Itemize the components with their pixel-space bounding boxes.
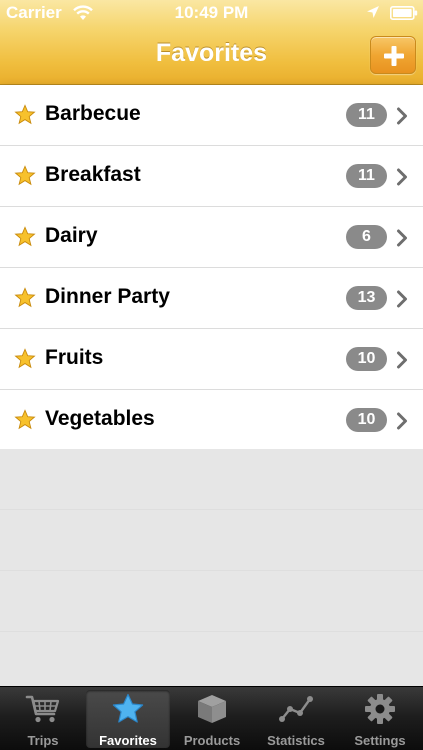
tab-statistics[interactable]: Statistics	[254, 687, 338, 750]
cart-icon	[25, 695, 60, 723]
list-item[interactable]: Fruits 10	[0, 329, 423, 390]
list-item[interactable]: Barbecue 11	[0, 85, 423, 146]
list-item-label: Barbecue	[45, 102, 141, 125]
tab-label: Statistics	[267, 733, 325, 748]
navigation-bar: Favorites	[0, 26, 423, 85]
count-badge: 10	[346, 347, 387, 371]
page-title: Favorites	[155, 39, 268, 67]
tab-trips[interactable]: Trips	[1, 687, 85, 750]
favorites-screen: Carrier 10:49 PM Favorites Barbecue 11 B…	[0, 0, 423, 750]
tab-label: Trips	[27, 733, 59, 748]
count-badge: 13	[346, 286, 387, 310]
chevron-right-icon	[397, 351, 407, 369]
star-icon	[14, 165, 36, 186]
tab-settings[interactable]: Settings	[338, 687, 422, 750]
chevron-right-icon	[397, 107, 407, 125]
clock: 10:49 PM	[174, 3, 249, 22]
tab-label: Settings	[354, 733, 406, 748]
status-bar: Carrier 10:49 PM	[0, 0, 423, 26]
add-favorite-button[interactable]	[370, 36, 416, 74]
location-icon	[367, 6, 379, 18]
top-bar: Carrier 10:49 PM Favorites	[0, 0, 423, 85]
count-badge: 10	[346, 408, 387, 432]
tab-bar: Trips Favorites Products Statistics Sett…	[0, 686, 423, 750]
tab-label: Products	[183, 733, 241, 748]
list-item-label: Breakfast	[45, 163, 141, 186]
list-item[interactable]: Dairy 6	[0, 207, 423, 268]
count-badge: 6	[346, 225, 387, 249]
plus-icon	[384, 46, 404, 66]
tab-favorites[interactable]: Favorites	[86, 690, 170, 748]
tab-label: Favorites	[99, 733, 157, 748]
chevron-right-icon	[397, 290, 407, 308]
battery-icon	[390, 6, 418, 20]
list-item[interactable]: Breakfast 11	[0, 146, 423, 207]
graph-icon	[279, 696, 313, 722]
list-item-label: Vegetables	[45, 407, 155, 430]
favorites-list: Barbecue 11 Breakfast 11 Dairy 6 Dinner …	[0, 85, 423, 451]
chevron-right-icon	[397, 412, 407, 430]
list-item-label: Fruits	[45, 346, 104, 369]
tab-products[interactable]: Products	[170, 687, 254, 750]
list-item-label: Dairy	[45, 224, 98, 247]
count-badge: 11	[346, 164, 387, 188]
chevron-right-icon	[397, 168, 407, 186]
box-icon	[198, 695, 226, 723]
count-badge: 11	[346, 103, 387, 127]
list-item[interactable]: Dinner Party 13	[0, 268, 423, 329]
list-item-label: Dinner Party	[45, 285, 170, 308]
star-icon	[14, 287, 36, 308]
star-icon	[14, 348, 36, 369]
star-icon	[112, 693, 144, 723]
list-item[interactable]: Vegetables 10	[0, 390, 423, 451]
empty-list-background	[0, 449, 423, 686]
star-icon	[14, 104, 36, 125]
star-icon	[14, 226, 36, 247]
gear-icon	[365, 694, 395, 724]
chevron-right-icon	[397, 229, 407, 247]
star-icon	[14, 409, 36, 430]
